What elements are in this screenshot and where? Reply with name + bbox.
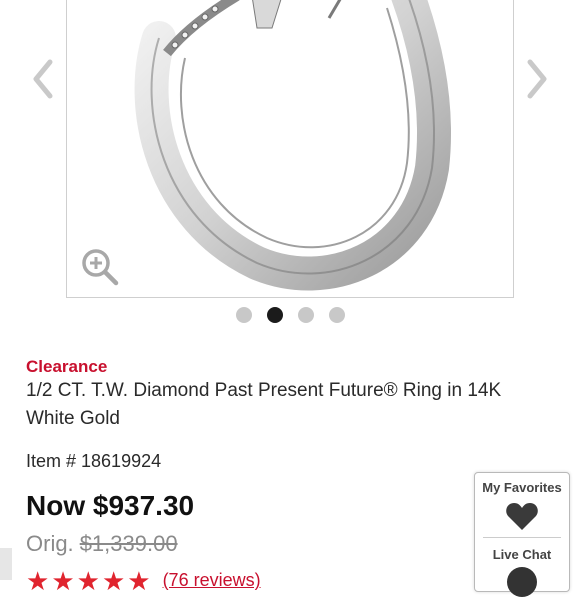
reviews-link[interactable]: (76 reviews): [163, 570, 261, 591]
chat-icon[interactable]: [507, 567, 537, 597]
product-image-frame[interactable]: [66, 0, 514, 298]
gallery-dot[interactable]: [266, 307, 283, 323]
star-icon: ★: [51, 565, 75, 596]
gallery-dot[interactable]: [235, 307, 252, 323]
my-favorites-label[interactable]: My Favorites: [475, 480, 569, 495]
gallery-dot[interactable]: [328, 307, 345, 323]
zoom-in-icon[interactable]: [80, 247, 120, 287]
original-price-value: $1,339.00: [79, 531, 178, 556]
star-icon: ★: [26, 565, 50, 596]
side-panel: My Favorites Live Chat: [474, 472, 570, 597]
original-price-label: Orig.: [26, 531, 74, 556]
star-icon: ★: [76, 565, 100, 596]
rating: ★ ★ ★ ★ ★ (76 reviews): [26, 565, 261, 596]
panel-divider: [483, 537, 561, 538]
current-price: Now $937.30: [26, 490, 195, 521]
edge-handle: [0, 548, 12, 580]
gallery-pagination: [0, 307, 580, 323]
item-number: Item # 18619924: [26, 451, 162, 471]
live-chat-label[interactable]: Live Chat: [475, 547, 569, 562]
star-icon: ★: [127, 565, 151, 596]
heart-icon[interactable]: [505, 501, 539, 531]
gallery-dot[interactable]: [297, 307, 314, 323]
ring-image: [134, 0, 451, 291]
product-title: 1/2 CT. T.W. Diamond Past Present Future…: [26, 380, 502, 429]
next-image-button[interactable]: [522, 54, 552, 104]
chevron-left-icon: [33, 59, 53, 99]
prev-image-button[interactable]: [28, 54, 58, 104]
original-price: Orig. $1,339.00: [26, 531, 178, 557]
star-icon: ★: [101, 565, 126, 596]
clearance-label: Clearance: [26, 357, 108, 376]
chevron-right-icon: [527, 59, 547, 99]
